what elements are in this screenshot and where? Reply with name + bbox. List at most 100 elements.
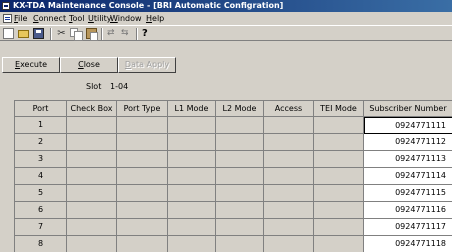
tei-mode-cell[interactable]	[314, 134, 364, 151]
menu-window[interactable]: Window	[110, 12, 142, 25]
toolbar-separator	[101, 28, 103, 40]
grid-left-margin	[0, 100, 14, 252]
column-header-tei-mode[interactable]: TEI Mode	[314, 101, 364, 117]
l2-mode-cell[interactable]	[216, 151, 264, 168]
access-cell[interactable]	[264, 117, 314, 134]
check-box-cell[interactable]	[67, 236, 117, 252]
l1-mode-cell[interactable]	[168, 236, 216, 252]
close-button[interactable]: Close	[60, 57, 118, 73]
column-header-port[interactable]: Port	[15, 101, 67, 117]
menu-file[interactable]: File	[14, 12, 27, 25]
menu-tool[interactable]: Tool	[69, 12, 85, 25]
window-title: KX-TDA Maintenance Console - [BRI Automa…	[13, 1, 284, 10]
tei-mode-cell[interactable]	[314, 236, 364, 252]
port-cell: 3	[15, 151, 67, 168]
tei-mode-cell[interactable]	[314, 168, 364, 185]
tei-mode-cell[interactable]	[314, 117, 364, 134]
l1-mode-cell[interactable]	[168, 168, 216, 185]
l2-mode-cell[interactable]	[216, 202, 264, 219]
port-cell: 8	[15, 236, 67, 252]
check-box-cell[interactable]	[67, 151, 117, 168]
title-bar: KX-TDA Maintenance Console - [BRI Automa…	[0, 0, 452, 12]
subscriber-number-cell[interactable]: 0924771115	[364, 185, 452, 202]
l1-mode-cell[interactable]	[168, 117, 216, 134]
toolbar: ✂ ⇄ ⇆ ?	[0, 25, 452, 41]
l1-mode-cell[interactable]	[168, 151, 216, 168]
tei-mode-cell[interactable]	[314, 202, 364, 219]
subscriber-number-cell[interactable]: 0924771111	[364, 117, 452, 134]
port-config-grid: Port Check Box Port Type L1 Mode L2 Mode…	[14, 100, 452, 252]
subscriber-number-cell[interactable]: 0924771114	[364, 168, 452, 185]
column-header-subscriber-number[interactable]: Subscriber Number	[364, 101, 452, 117]
connect-icon[interactable]: ⇄	[107, 28, 118, 39]
l2-mode-cell[interactable]	[216, 185, 264, 202]
toolbar-separator	[50, 28, 52, 40]
menu-bar: File Connect Tool Utility Window Help	[0, 12, 452, 25]
port-cell: 4	[15, 168, 67, 185]
check-box-cell[interactable]	[67, 185, 117, 202]
document-icon[interactable]	[3, 14, 12, 23]
check-box-cell[interactable]	[67, 117, 117, 134]
port-type-cell[interactable]	[117, 117, 168, 134]
app-icon[interactable]	[2, 2, 10, 10]
l2-mode-cell[interactable]	[216, 236, 264, 252]
port-type-cell[interactable]	[117, 151, 168, 168]
access-cell[interactable]	[264, 202, 314, 219]
open-folder-icon[interactable]	[18, 30, 29, 38]
port-type-cell[interactable]	[117, 202, 168, 219]
port-type-cell[interactable]	[117, 134, 168, 151]
disconnect-icon[interactable]: ⇆	[121, 28, 132, 39]
access-cell[interactable]	[264, 168, 314, 185]
data-apply-button[interactable]: Data Apply	[118, 57, 176, 73]
l1-mode-cell[interactable]	[168, 185, 216, 202]
l2-mode-cell[interactable]	[216, 219, 264, 236]
help-icon[interactable]: ?	[142, 28, 153, 39]
access-cell[interactable]	[264, 134, 314, 151]
check-box-cell[interactable]	[67, 202, 117, 219]
port-type-cell[interactable]	[117, 236, 168, 252]
column-header-port-type[interactable]: Port Type	[117, 101, 168, 117]
paste-icon[interactable]	[86, 28, 98, 41]
port-type-cell[interactable]	[117, 219, 168, 236]
l2-mode-cell[interactable]	[216, 168, 264, 185]
tei-mode-cell[interactable]	[314, 151, 364, 168]
port-cell: 2	[15, 134, 67, 151]
subscriber-number-cell[interactable]: 0924771117	[364, 219, 452, 236]
copy-icon[interactable]	[70, 28, 83, 41]
tei-mode-cell[interactable]	[314, 219, 364, 236]
check-box-cell[interactable]	[67, 219, 117, 236]
l1-mode-cell[interactable]	[168, 134, 216, 151]
action-bar: Execute Close Data Apply	[0, 42, 452, 75]
port-cell: 1	[15, 117, 67, 134]
save-icon[interactable]	[33, 28, 44, 39]
access-cell[interactable]	[264, 185, 314, 202]
column-header-access[interactable]: Access	[264, 101, 314, 117]
tei-mode-cell[interactable]	[314, 185, 364, 202]
l1-mode-cell[interactable]	[168, 219, 216, 236]
subscriber-number-cell[interactable]: 0924771112	[364, 134, 452, 151]
menu-utility[interactable]: Utility	[88, 12, 112, 25]
column-header-l2-mode[interactable]: L2 Mode	[216, 101, 264, 117]
execute-button[interactable]: Execute	[2, 57, 60, 73]
l2-mode-cell[interactable]	[216, 134, 264, 151]
check-box-cell[interactable]	[67, 168, 117, 185]
port-cell: 6	[15, 202, 67, 219]
menu-help[interactable]: Help	[146, 12, 164, 25]
port-type-cell[interactable]	[117, 185, 168, 202]
check-box-cell[interactable]	[67, 134, 117, 151]
cut-icon[interactable]: ✂	[56, 28, 67, 39]
l2-mode-cell[interactable]	[216, 117, 264, 134]
subscriber-number-cell[interactable]: 0924771118	[364, 236, 452, 252]
subscriber-number-cell[interactable]: 0924771116	[364, 202, 452, 219]
column-header-l1-mode[interactable]: L1 Mode	[168, 101, 216, 117]
l1-mode-cell[interactable]	[168, 202, 216, 219]
access-cell[interactable]	[264, 219, 314, 236]
access-cell[interactable]	[264, 151, 314, 168]
column-header-check-box[interactable]: Check Box	[67, 101, 117, 117]
subscriber-number-cell[interactable]: 0924771113	[364, 151, 452, 168]
menu-connect[interactable]: Connect	[33, 12, 66, 25]
port-type-cell[interactable]	[117, 168, 168, 185]
toolbar-separator	[136, 28, 138, 40]
new-file-icon[interactable]	[3, 28, 14, 39]
access-cell[interactable]	[264, 236, 314, 252]
